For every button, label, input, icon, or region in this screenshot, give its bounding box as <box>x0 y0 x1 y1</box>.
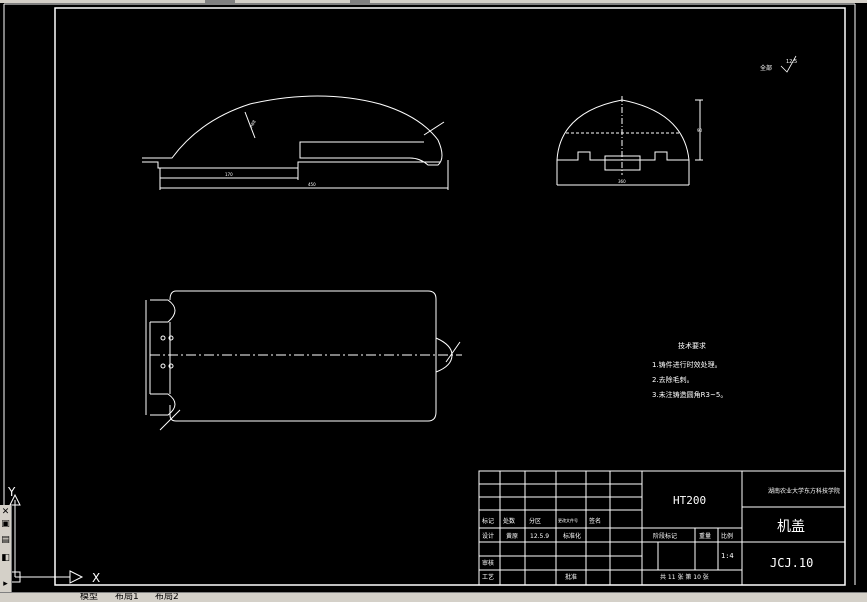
dim-front-length-part: 170 <box>225 172 233 177</box>
tech-req-item-1: 1.铸件进行时效处理。 <box>652 360 722 369</box>
front-view: 170 450 R88 <box>142 95 449 190</box>
label-designer: 设计 <box>482 532 494 540</box>
label-scale: 比例 <box>721 532 733 540</box>
ucs-icon: Y X <box>7 485 100 585</box>
tech-req-item-2: 2.去除毛刺。 <box>652 375 694 384</box>
side-view: 360 90 <box>556 96 703 186</box>
left-toolbar: ✕ ▣ ▤ ◧ ▸ <box>0 505 12 593</box>
label-review: 审核 <box>482 559 494 567</box>
dim-front-radius: R88 <box>249 119 257 129</box>
label-stage: 阶段标记 <box>653 532 677 540</box>
label-count: 处数 <box>503 517 515 525</box>
panel-icon[interactable]: ▤ <box>1 535 10 545</box>
inner-frame <box>54 7 846 586</box>
tech-req-title: 技术要求 <box>678 341 706 350</box>
surface-roughness-note: 全部 12.5 <box>760 55 797 73</box>
sheet-count: 共 11 张 第 10 张 <box>660 573 709 581</box>
ucs-x-label: X <box>92 571 100 585</box>
label-signature: 签名 <box>589 517 601 525</box>
dim-side-height: 90 <box>697 128 703 133</box>
label-process: 工艺 <box>482 573 494 581</box>
ucs-y-label: Y <box>7 485 16 499</box>
pin-icon[interactable]: ▣ <box>1 519 10 529</box>
top-view <box>145 290 462 431</box>
label-mark: 标记 <box>482 517 494 525</box>
label-approve: 批准 <box>565 573 577 581</box>
technical-requirements: 技术要求 1.铸件进行时效处理。 2.去除毛刺。 3.未注铸造圆角R3~5。 <box>652 341 727 399</box>
dim-side-width: 360 <box>618 179 626 184</box>
drawing-canvas[interactable]: 全部 12.5 170 450 R88 360 90 技术要求 1.铸件进行时效… <box>0 0 867 601</box>
roughness-label: 全部 <box>760 64 772 72</box>
scale-value: 1:4 <box>721 552 734 560</box>
tech-req-item-3: 3.未注铸造圆角R3~5。 <box>652 390 727 399</box>
title-block-text: HT200 湖南农业大学东方科技学院 机盖 JCJ.10 标记 处数 分区 更改… <box>482 487 840 581</box>
drawing-number-text: JCJ.10 <box>770 556 813 570</box>
material-text: HT200 <box>673 494 706 507</box>
dim-front-length-total: 450 <box>308 182 316 187</box>
properties-icon[interactable]: ◧ <box>1 553 10 563</box>
part-name-text: 机盖 <box>777 519 805 535</box>
expand-icon[interactable]: ▸ <box>1 579 10 589</box>
close-icon[interactable]: ✕ <box>1 507 10 517</box>
designer-name: 黄原 <box>506 532 518 540</box>
label-standard: 标准化 <box>563 532 581 540</box>
design-date: 12.5.9 <box>530 533 549 540</box>
school-name-text: 湖南农业大学东方科技学院 <box>768 487 840 495</box>
label-weight: 重量 <box>699 532 711 540</box>
label-zone: 分区 <box>529 517 541 525</box>
label-change-doc: 更改文件号 <box>558 517 578 523</box>
